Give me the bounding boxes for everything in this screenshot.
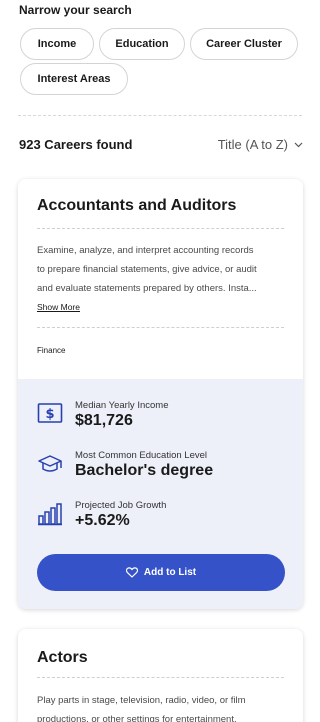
growth-label: Projected Job Growth xyxy=(75,500,167,511)
growth-value: +5.62% xyxy=(75,512,130,529)
filter-chip-education[interactable]: Education xyxy=(99,28,185,60)
job-growth-stat: Projected Job Growth +5.62% xyxy=(37,500,166,530)
career-description-line: and evaluate statements prepared by othe… xyxy=(37,283,257,294)
career-card: Actors Play parts in stage, television, … xyxy=(18,629,303,722)
filter-chip-interest-areas[interactable]: Interest Areas xyxy=(20,63,128,95)
career-cluster-tag: Finance xyxy=(37,346,66,355)
career-description-line: Examine, analyze, and interpret accounti… xyxy=(37,245,254,256)
sort-label: Title (A to Z) xyxy=(217,137,288,152)
graduation-cap-icon xyxy=(37,452,63,478)
education-stat: Most Common Education Level Bachelor's d… xyxy=(37,450,213,480)
filter-chip-career-cluster[interactable]: Career Cluster xyxy=(190,28,298,60)
growth-chart-icon xyxy=(37,502,63,528)
education-value: Bachelor's degree xyxy=(75,462,214,479)
heart-icon xyxy=(125,567,138,578)
career-title[interactable]: Actors xyxy=(37,649,88,667)
dollar-icon: $ xyxy=(37,402,63,428)
career-stats-panel: $ Median Yearly Income $81,726 Most Comm… xyxy=(18,379,303,609)
income-value: $81,726 xyxy=(75,412,133,429)
add-to-list-button[interactable]: Add to List xyxy=(37,554,285,591)
svg-text:$: $ xyxy=(45,407,54,422)
narrow-search-heading: Narrow your search xyxy=(19,3,132,17)
card-divider xyxy=(37,677,284,678)
chevron-down-icon xyxy=(294,140,303,150)
results-count: 923 Careers found xyxy=(19,137,133,152)
career-card: Accountants and Auditors Examine, analyz… xyxy=(18,179,303,609)
career-title[interactable]: Accountants and Auditors xyxy=(37,197,236,215)
career-description-line: productions, or other settings for enter… xyxy=(37,714,237,722)
add-to-list-label: Add to List xyxy=(143,567,197,578)
income-label: Median Yearly Income xyxy=(75,400,169,411)
education-label: Most Common Education Level xyxy=(75,450,208,461)
show-more-link[interactable]: Show More xyxy=(37,302,80,312)
filter-chip-income[interactable]: Income xyxy=(20,28,94,60)
card-divider xyxy=(37,228,284,229)
career-description-line: Play parts in stage, television, radio, … xyxy=(37,695,246,706)
card-divider xyxy=(37,327,284,328)
sort-dropdown[interactable]: Title (A to Z) xyxy=(218,137,303,152)
career-description-line: to prepare financial statements, give ad… xyxy=(37,264,257,275)
median-income-stat: $ Median Yearly Income $81,726 xyxy=(37,400,168,430)
filters-divider xyxy=(18,115,302,116)
